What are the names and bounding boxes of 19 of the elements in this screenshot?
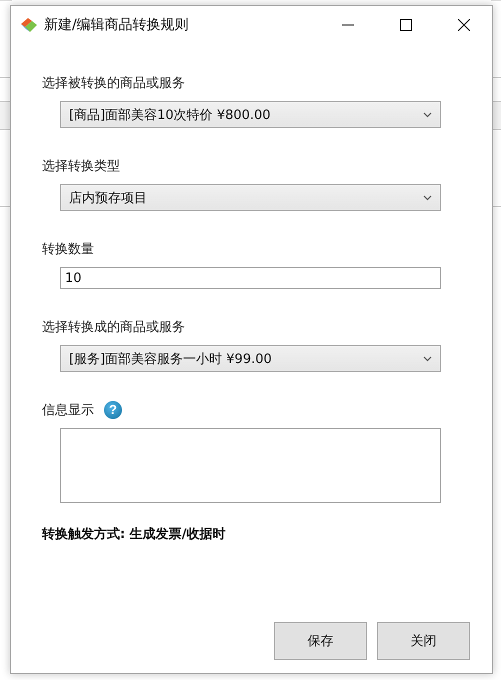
dropdown[interactable]: 店内预存项目	[60, 184, 441, 211]
dropdown[interactable]: [服务]面部美容服务一小时 ¥99.00	[60, 345, 441, 372]
close-icon[interactable]	[458, 19, 470, 31]
cube-icon	[19, 16, 39, 34]
field-label: 选择被转换的商品或服务	[42, 75, 185, 92]
field-label: 信息显示	[42, 402, 94, 419]
quantity-field[interactable]: 10	[60, 267, 441, 289]
field-label: 转换数量	[42, 241, 94, 258]
field-label: 选择转换类型	[42, 158, 120, 175]
dropdown[interactable]: [商品]面部美容10次特价 ¥800.00	[60, 101, 441, 128]
trigger-note: 转换触发方式: 生成发票/收据时	[42, 526, 226, 543]
chevron-down-icon	[423, 356, 432, 362]
chevron-down-icon	[423, 112, 432, 118]
maximize-icon[interactable]	[400, 19, 412, 31]
chevron-down-icon	[423, 194, 432, 200]
close-button[interactable]: 关闭	[377, 622, 470, 660]
field-label: 选择转换成的商品或服务	[42, 319, 185, 336]
window-title: 新建/编辑商品转换规则	[44, 16, 189, 34]
save-button[interactable]: 保存	[274, 622, 367, 660]
